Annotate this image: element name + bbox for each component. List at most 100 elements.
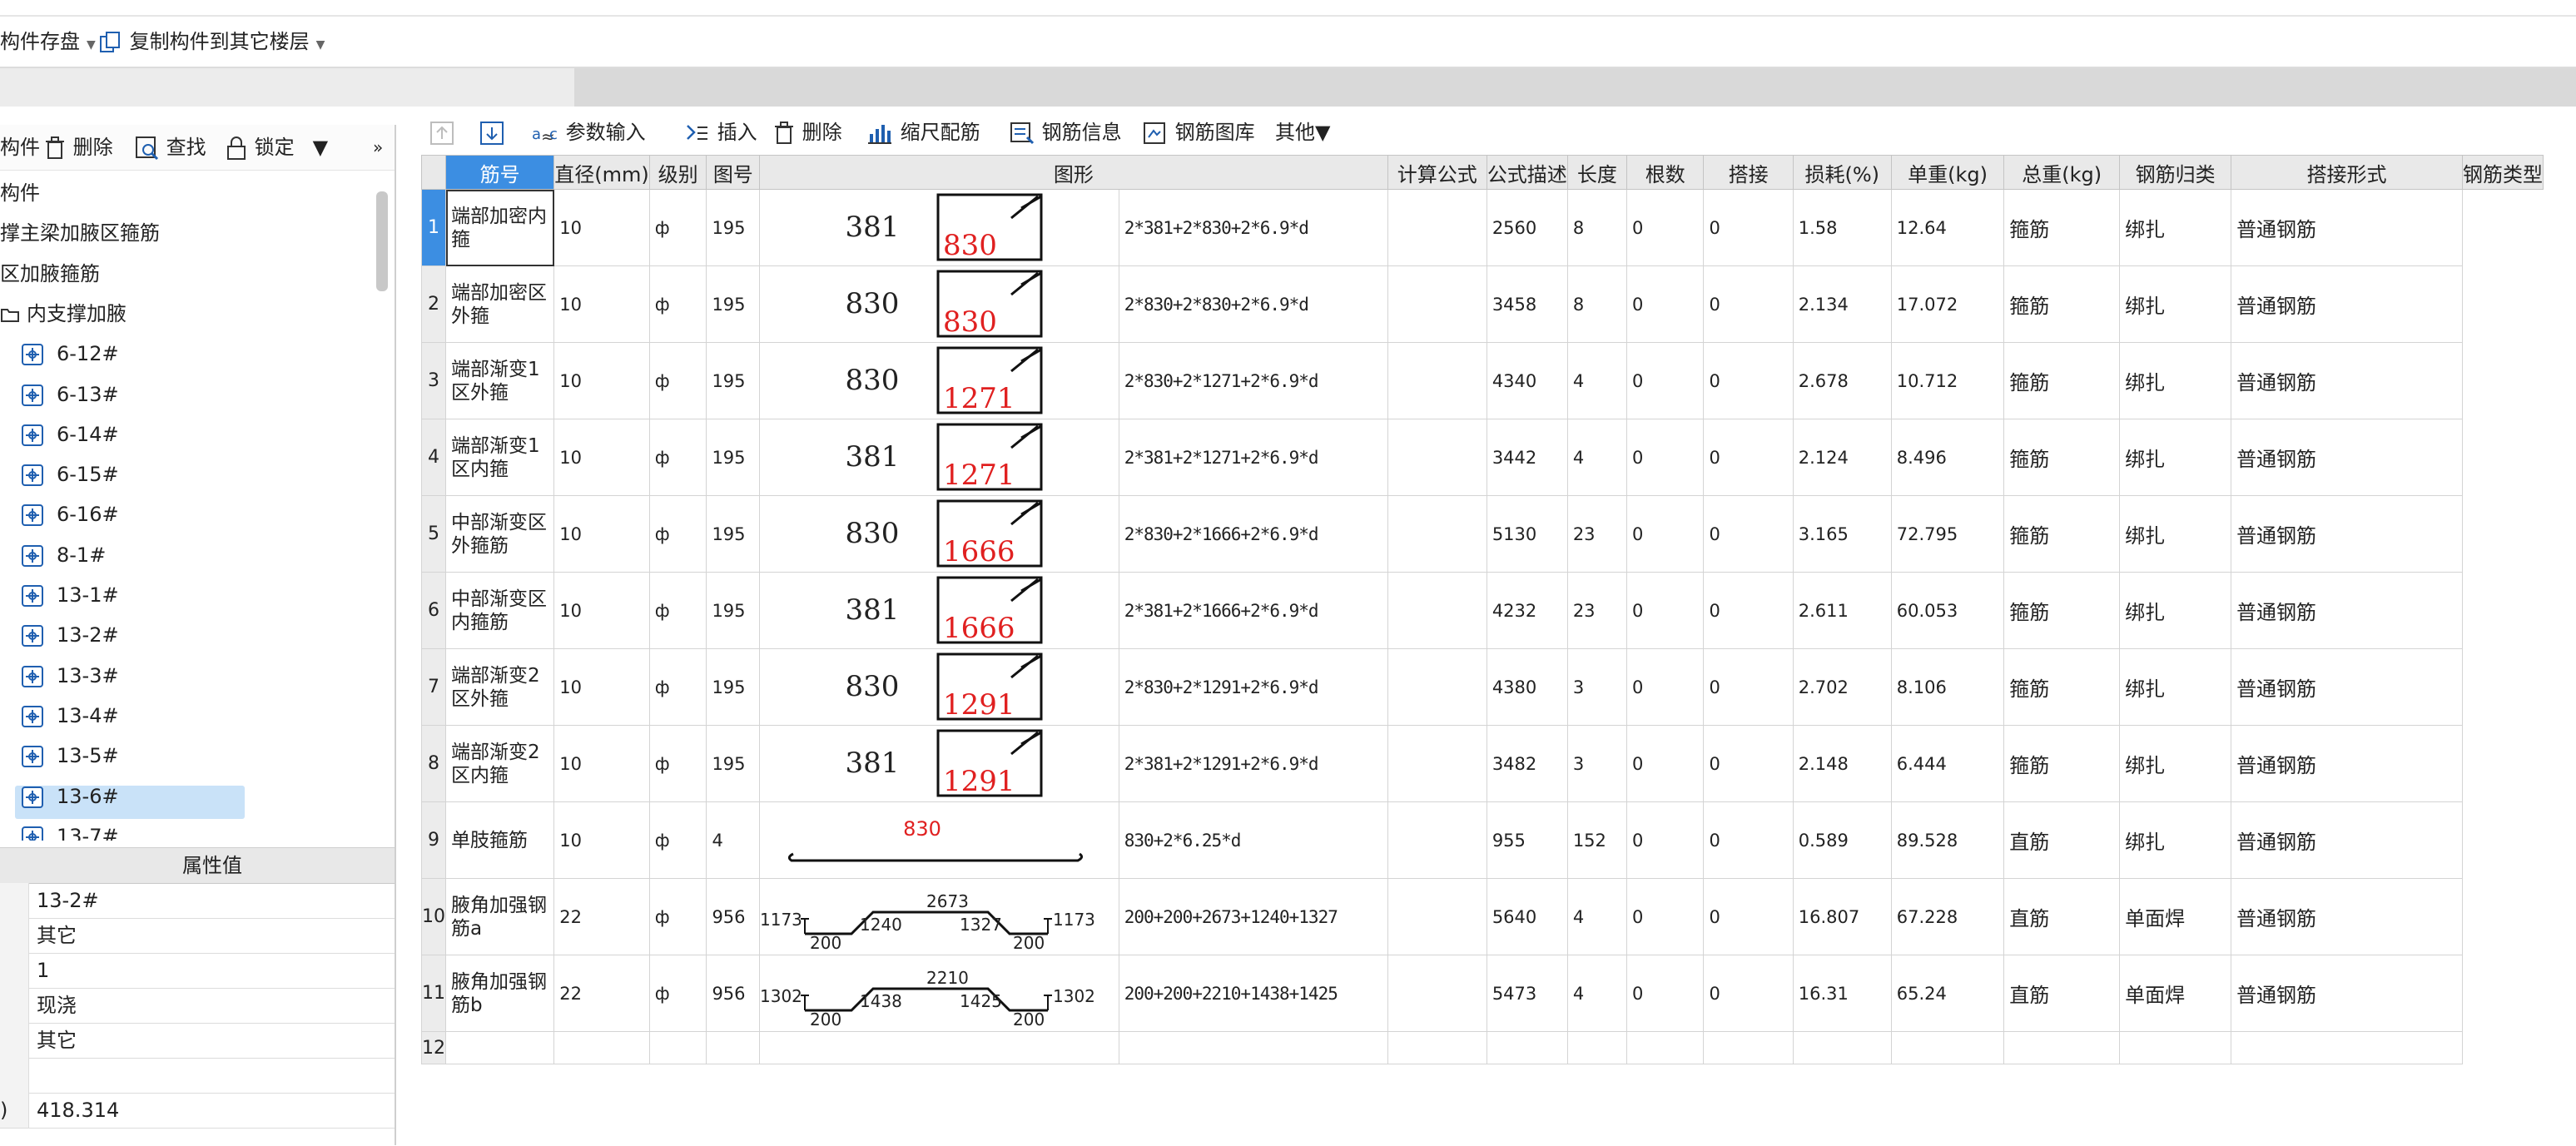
loss-cell[interactable]: 0 — [1703, 955, 1794, 1032]
formula-cell[interactable]: 2*381+2*1666+2*6.9*d — [1118, 572, 1388, 649]
formula-desc-cell[interactable] — [1387, 419, 1487, 496]
count-cell[interactable]: 23 — [1566, 572, 1627, 649]
lap-form-cell[interactable]: 单面焊 — [2119, 878, 2232, 955]
column-header[interactable]: 搭接形式 — [2231, 155, 2463, 190]
rebar-type-cell[interactable]: 普通钢筋 — [2231, 801, 2463, 879]
rebar-name-cell[interactable]: 端部加密区外箍 — [444, 265, 555, 343]
column-header[interactable]: 公式描述 — [1486, 155, 1568, 190]
lock-component-button[interactable]: 锁定 ▼ — [225, 133, 328, 161]
formula-cell[interactable]: 2*830+2*1291+2*6.9*d — [1118, 648, 1388, 726]
column-header[interactable]: 根数 — [1626, 155, 1705, 190]
lap-form-cell[interactable]: 绑扎 — [2119, 725, 2232, 802]
grade-cell[interactable]: ф — [648, 572, 707, 649]
lap-cell[interactable]: 0 — [1626, 419, 1705, 496]
shape-cell[interactable]: 381 830 — [759, 189, 1119, 266]
diameter-cell[interactable]: 10 — [553, 342, 650, 419]
tree-item[interactable]: 13-4# — [20, 697, 119, 734]
shape-cell[interactable]: 830 1666 — [759, 495, 1119, 573]
tree-item[interactable]: 13-3# — [20, 657, 119, 694]
table-row[interactable]: 7 端部渐变2区外箍 10 ф 195 830 1291 2*830+2*1291+2*6.9… — [421, 648, 2544, 726]
figure-no-cell[interactable]: 195 — [706, 342, 761, 419]
column-header[interactable]: 长度 — [1566, 155, 1627, 190]
formula-desc-cell[interactable] — [1387, 572, 1487, 649]
diameter-cell[interactable] — [553, 1031, 650, 1064]
tree-item[interactable]: 撑主梁加腋区箍筋 — [0, 215, 160, 251]
diameter-cell[interactable]: 10 — [553, 572, 650, 649]
new-component-button[interactable]: 构件 — [0, 133, 40, 161]
total-weight-cell[interactable]: 8.106 — [1890, 648, 2005, 726]
rebar-category-cell[interactable]: 箍筋 — [2003, 495, 2121, 573]
rebar-name-cell[interactable]: 腋角加强钢筋a — [444, 878, 555, 955]
rebar-category-cell[interactable]: 箍筋 — [2003, 189, 2121, 266]
grade-cell[interactable]: ф — [648, 342, 707, 419]
formula-cell[interactable]: 2*830+2*1271+2*6.9*d — [1118, 342, 1388, 419]
tree-item[interactable]: 区加腋箍筋 — [0, 255, 100, 292]
count-cell[interactable]: 4 — [1566, 342, 1627, 419]
total-weight-cell[interactable] — [1890, 1031, 2005, 1064]
rebar-name-cell[interactable]: 单肢箍筋 — [444, 801, 555, 879]
diameter-cell[interactable]: 22 — [553, 955, 650, 1032]
rebar-type-cell[interactable]: 普通钢筋 — [2231, 725, 2463, 802]
loss-cell[interactable]: 0 — [1703, 265, 1794, 343]
rebar-type-cell[interactable]: 普通钢筋 — [2231, 419, 2463, 496]
formula-desc-cell[interactable] — [1387, 265, 1487, 343]
unit-weight-cell[interactable]: 16.31 — [1792, 955, 1892, 1032]
figure-no-cell[interactable]: 195 — [706, 189, 761, 266]
shape-cell[interactable]: 1302 1302 200 1438 2210 1425 200 — [759, 955, 1119, 1032]
unit-weight-cell[interactable]: 2.134 — [1792, 265, 1892, 343]
delete-row-button[interactable]: 删除 — [772, 118, 842, 146]
param-input-button[interactable]: a ≈ c 参数输入 — [531, 118, 646, 146]
table-row[interactable]: 5 中部渐变区外箍筋 10 ф 195 830 1666 2*830+2*1666+2*6.9… — [421, 495, 2544, 573]
rebar-name-cell[interactable]: 中部渐变区外箍筋 — [444, 495, 555, 573]
length-cell[interactable] — [1486, 1031, 1568, 1064]
figure-no-cell[interactable]: 195 — [706, 265, 761, 343]
length-cell[interactable]: 5473 — [1486, 955, 1568, 1032]
length-cell[interactable]: 955 — [1486, 801, 1568, 879]
rebar-type-cell[interactable]: 普通钢筋 — [2231, 648, 2463, 726]
formula-desc-cell[interactable] — [1387, 1031, 1487, 1064]
total-weight-cell[interactable]: 67.228 — [1890, 878, 2005, 955]
lap-form-cell[interactable]: 绑扎 — [2119, 801, 2232, 879]
column-header[interactable]: 图号 — [706, 155, 761, 190]
unit-weight-cell[interactable]: 16.807 — [1792, 878, 1892, 955]
total-weight-cell[interactable]: 8.496 — [1890, 419, 2005, 496]
rebar-category-cell[interactable]: 直筋 — [2003, 878, 2121, 955]
shape-cell[interactable]: 381 1291 — [759, 725, 1119, 802]
lap-cell[interactable]: 0 — [1626, 572, 1705, 649]
unit-weight-cell[interactable]: 2.611 — [1792, 572, 1892, 649]
formula-cell[interactable]: 200+200+2210+1438+1425 — [1118, 955, 1388, 1032]
figure-no-cell[interactable]: 195 — [706, 725, 761, 802]
tree-item[interactable]: 内支撑加腋 — [0, 295, 127, 332]
length-cell[interactable]: 2560 — [1486, 189, 1568, 266]
table-row[interactable]: 9 单肢箍筋 10 ф 4 830 830+2*6.25*d 955 152 0 0 0.589 89.… — [421, 801, 2544, 879]
count-cell[interactable]: 152 — [1566, 801, 1627, 879]
rebar-name-cell[interactable]: 端部加密内箍 — [444, 189, 555, 266]
total-weight-cell[interactable]: 72.795 — [1890, 495, 2005, 573]
diameter-cell[interactable]: 10 — [553, 648, 650, 726]
formula-desc-cell[interactable] — [1387, 495, 1487, 573]
lap-form-cell[interactable]: 单面焊 — [2119, 955, 2232, 1032]
diameter-cell[interactable]: 22 — [553, 878, 650, 955]
rebar-type-cell[interactable]: 普通钢筋 — [2231, 189, 2463, 266]
grade-cell[interactable]: ф — [648, 955, 707, 1032]
length-cell[interactable]: 3442 — [1486, 419, 1568, 496]
shape-cell[interactable]: 381 1271 — [759, 419, 1119, 496]
property-value[interactable]: 其它 — [37, 918, 77, 953]
rebar-type-cell[interactable]: 普通钢筋 — [2231, 955, 2463, 1032]
formula-cell[interactable]: 2*381+2*1271+2*6.9*d — [1118, 419, 1388, 496]
figure-no-cell[interactable]: 195 — [706, 572, 761, 649]
table-row[interactable]: 4 端部渐变1区内箍 10 ф 195 381 1271 2*381+2*1271+2*6.9… — [421, 419, 2544, 496]
chevron-down-icon[interactable]: ▼ — [87, 38, 96, 52]
formula-desc-cell[interactable] — [1387, 342, 1487, 419]
column-header[interactable]: 单重(kg) — [1890, 155, 2005, 190]
rebar-category-cell[interactable]: 箍筋 — [2003, 419, 2121, 496]
figure-no-cell[interactable]: 956 — [706, 955, 761, 1032]
lap-cell[interactable]: 0 — [1626, 265, 1705, 343]
lap-form-cell[interactable]: 绑扎 — [2119, 572, 2232, 649]
total-weight-cell[interactable]: 65.24 — [1890, 955, 2005, 1032]
tree-item[interactable]: 13-7# — [20, 818, 119, 841]
column-header[interactable]: 搭接 — [1703, 155, 1794, 190]
shape-cell[interactable]: 830 1291 — [759, 648, 1119, 726]
copy-to-floor-button[interactable]: 复制构件到其它楼层 ▼ — [98, 27, 325, 57]
formula-desc-cell[interactable] — [1387, 725, 1487, 802]
